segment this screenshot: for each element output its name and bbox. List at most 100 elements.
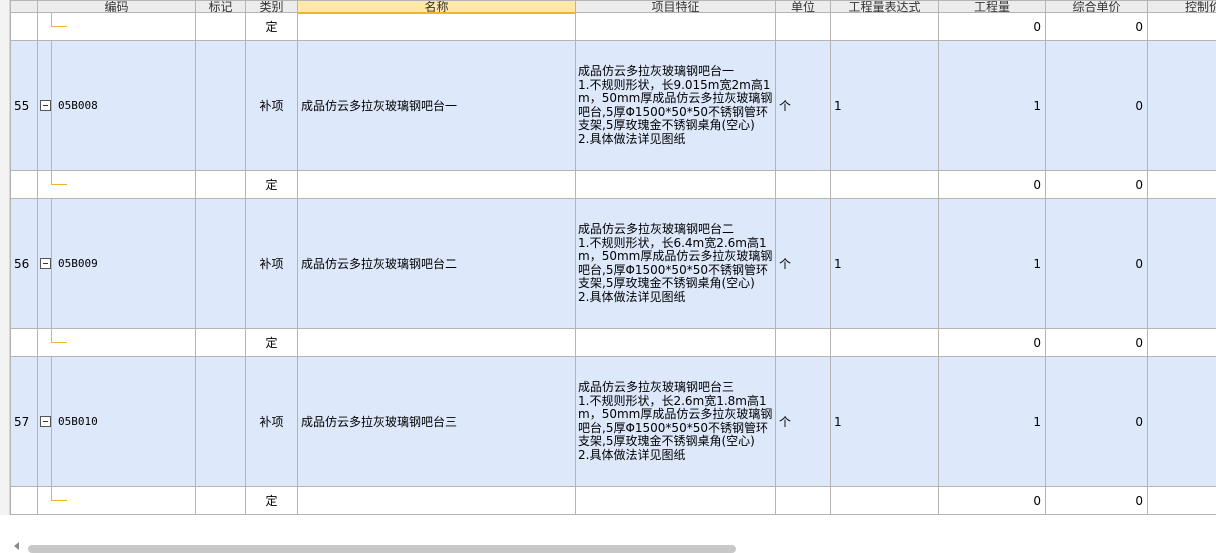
cell-name[interactable]: 成品仿云多拉灰玻璃钢吧台一: [298, 41, 576, 171]
cell-expr[interactable]: 1: [831, 357, 939, 487]
cell-mark[interactable]: [196, 487, 246, 515]
cell-feature[interactable]: 成品仿云多拉灰玻璃钢吧台二 1.不规则形状，长6.4m宽2.6m高1m，50mm…: [576, 199, 776, 329]
cell-mark[interactable]: [196, 199, 246, 329]
cell-qty[interactable]: 0: [939, 171, 1046, 199]
tree-cell[interactable]: [38, 171, 196, 199]
cell-price[interactable]: 0: [1046, 41, 1148, 171]
cell-feature[interactable]: [576, 13, 776, 41]
cell-qty[interactable]: 0: [939, 13, 1046, 41]
header-expr[interactable]: 工程量表达式: [831, 1, 939, 13]
cell-unit[interactable]: [776, 13, 831, 41]
cell-expr[interactable]: 1: [831, 41, 939, 171]
tree-cell[interactable]: 05B008: [38, 41, 196, 171]
cell-category[interactable]: 补项: [246, 41, 298, 171]
cell-price[interactable]: 0: [1046, 487, 1148, 515]
cell-feature[interactable]: [576, 487, 776, 515]
cell-price[interactable]: 0: [1046, 171, 1148, 199]
cell-qty[interactable]: 1: [939, 357, 1046, 487]
cell-seq[interactable]: [11, 487, 38, 515]
header-seq[interactable]: [11, 1, 38, 13]
cell-seq[interactable]: 55: [11, 41, 38, 171]
header-qty[interactable]: 工程量: [939, 1, 1046, 13]
header-price[interactable]: 综合单价: [1046, 1, 1148, 13]
table-row-item[interactable]: 57 05B010 补项 成品仿云多拉灰玻璃钢吧台三 成品仿云多拉灰玻璃钢吧台三…: [11, 357, 1216, 487]
cell-category[interactable]: 定: [246, 329, 298, 357]
header-category[interactable]: 类别: [246, 1, 298, 13]
cell-qty[interactable]: 0: [939, 329, 1046, 357]
cell-feature[interactable]: [576, 171, 776, 199]
cell-expr[interactable]: [831, 329, 939, 357]
cell-feature[interactable]: 成品仿云多拉灰玻璃钢吧台一 1.不规则形状，长9.015m宽2m高1m，50mm…: [576, 41, 776, 171]
cell-category[interactable]: 定: [246, 13, 298, 41]
cell-unit[interactable]: [776, 171, 831, 199]
cell-expr[interactable]: [831, 487, 939, 515]
cell-qty[interactable]: 1: [939, 41, 1046, 171]
cell-category[interactable]: 定: [246, 487, 298, 515]
cell-name[interactable]: 成品仿云多拉灰玻璃钢吧台三: [298, 357, 576, 487]
collapse-icon[interactable]: [40, 258, 51, 269]
cell-category[interactable]: 定: [246, 171, 298, 199]
cell-ctrl[interactable]: [1148, 171, 1216, 199]
tree-cell[interactable]: 05B010: [38, 357, 196, 487]
cell-category[interactable]: 补项: [246, 199, 298, 329]
cell-ctrl[interactable]: [1148, 329, 1216, 357]
header-code[interactable]: 编码: [38, 1, 196, 13]
cell-price[interactable]: 0: [1046, 329, 1148, 357]
cell-seq[interactable]: [11, 13, 38, 41]
cell-mark[interactable]: [196, 41, 246, 171]
cell-expr[interactable]: [831, 13, 939, 41]
collapse-icon[interactable]: [40, 100, 51, 111]
cell-feature[interactable]: [576, 329, 776, 357]
cell-ctrl[interactable]: [1148, 13, 1216, 41]
cell-mark[interactable]: [196, 357, 246, 487]
cell-seq[interactable]: [11, 329, 38, 357]
table-row-item[interactable]: 56 05B009 补项 成品仿云多拉灰玻璃钢吧台二 成品仿云多拉灰玻璃钢吧台二…: [11, 199, 1216, 329]
cell-name[interactable]: [298, 487, 576, 515]
cell-name[interactable]: 成品仿云多拉灰玻璃钢吧台二: [298, 199, 576, 329]
cell-seq[interactable]: 57: [11, 357, 38, 487]
tree-cell[interactable]: [38, 487, 196, 515]
header-feature[interactable]: 项目特征: [576, 1, 776, 13]
cell-name[interactable]: [298, 329, 576, 357]
cell-unit[interactable]: [776, 329, 831, 357]
header-ctrl[interactable]: 控制价: [1148, 1, 1216, 13]
cell-price[interactable]: 0: [1046, 199, 1148, 329]
table-row-ding[interactable]: 定 0 0: [11, 487, 1216, 515]
cell-mark[interactable]: [196, 13, 246, 41]
table-row-item[interactable]: 55 05B008 补项 成品仿云多拉灰玻璃钢吧台一 成品仿云多拉灰玻璃钢吧台一…: [11, 41, 1216, 171]
cell-expr[interactable]: [831, 171, 939, 199]
cell-unit[interactable]: 个: [776, 41, 831, 171]
cell-name[interactable]: [298, 171, 576, 199]
cell-ctrl[interactable]: [1148, 199, 1216, 329]
scroll-left-arrow-icon[interactable]: [14, 542, 19, 550]
cell-ctrl[interactable]: [1148, 357, 1216, 487]
cell-qty[interactable]: 1: [939, 199, 1046, 329]
header-mark[interactable]: 标记: [196, 1, 246, 13]
cell-feature[interactable]: 成品仿云多拉灰玻璃钢吧台三 1.不规则形状，长2.6m宽1.8m高1m，50mm…: [576, 357, 776, 487]
table-row-ding[interactable]: 定 0 0: [11, 171, 1216, 199]
collapse-icon[interactable]: [40, 416, 51, 427]
header-unit[interactable]: 单位: [776, 1, 831, 13]
table-row-ding[interactable]: 定 0 0: [11, 13, 1216, 41]
tree-cell[interactable]: [38, 13, 196, 41]
cell-category[interactable]: 补项: [246, 357, 298, 487]
header-name[interactable]: 名称: [298, 1, 576, 13]
cell-price[interactable]: 0: [1046, 13, 1148, 41]
tree-cell[interactable]: [38, 329, 196, 357]
cell-unit[interactable]: 个: [776, 357, 831, 487]
horizontal-scrollbar-thumb[interactable]: [28, 545, 736, 553]
cell-unit[interactable]: [776, 487, 831, 515]
cell-seq[interactable]: 56: [11, 199, 38, 329]
cell-seq[interactable]: [11, 171, 38, 199]
cell-ctrl[interactable]: [1148, 41, 1216, 171]
cell-qty[interactable]: 0: [939, 487, 1046, 515]
cell-expr[interactable]: 1: [831, 199, 939, 329]
cell-ctrl[interactable]: [1148, 487, 1216, 515]
tree-cell[interactable]: 05B009: [38, 199, 196, 329]
cell-name[interactable]: [298, 13, 576, 41]
table-row-ding[interactable]: 定 0 0: [11, 329, 1216, 357]
cell-price[interactable]: 0: [1046, 357, 1148, 487]
cell-mark[interactable]: [196, 171, 246, 199]
cell-mark[interactable]: [196, 329, 246, 357]
cell-unit[interactable]: 个: [776, 199, 831, 329]
